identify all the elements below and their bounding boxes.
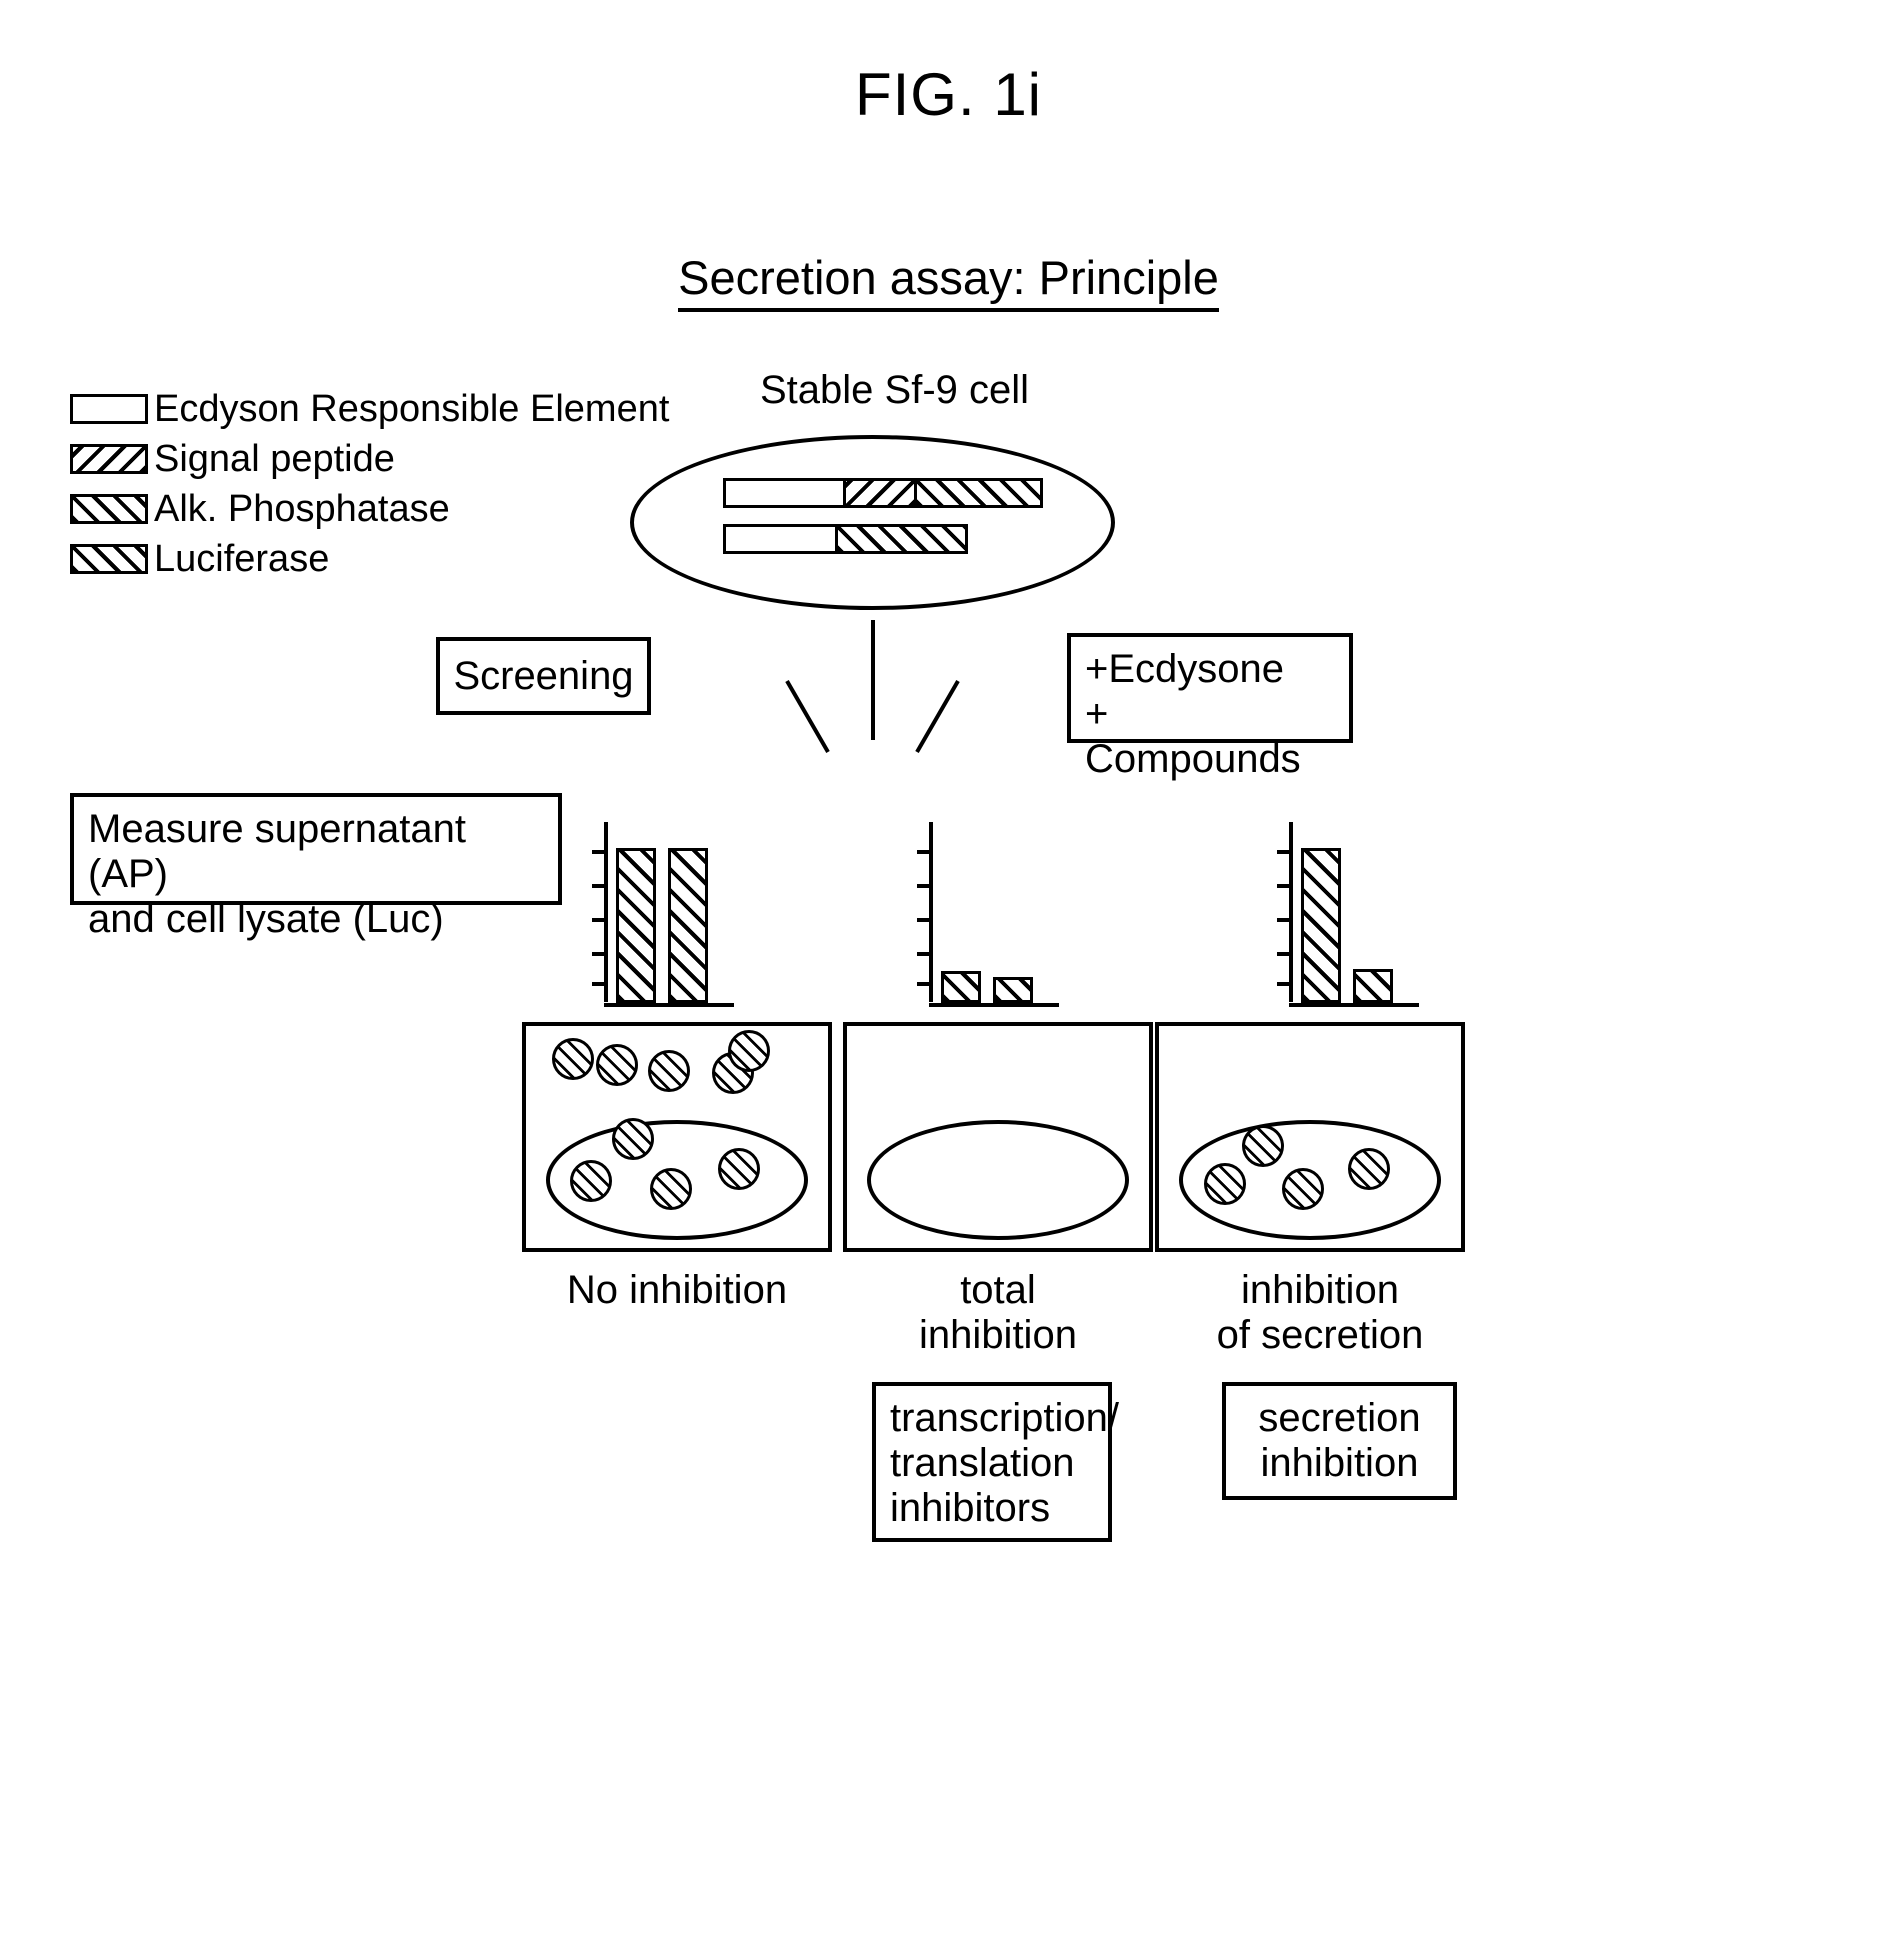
chart-y-tick — [917, 918, 931, 922]
intracellular-luc-dot — [1348, 1148, 1390, 1190]
intracellular-luc-dot — [1242, 1125, 1284, 1167]
intracellular-luc-dot — [718, 1148, 760, 1190]
note-box-secretion-inhibition: secretion inhibition — [1222, 1382, 1457, 1500]
screening-label: Screening — [453, 653, 634, 698]
chart-y-tick — [1277, 884, 1291, 888]
screening-box: Screening — [436, 637, 651, 715]
chart-y-tick — [917, 982, 931, 986]
chart-y-tick — [592, 884, 606, 888]
legend-item-label: Ecdyson Responsible Element — [154, 388, 670, 430]
secreted-ap-dot — [648, 1050, 690, 1092]
intracellular-luc-dot — [1204, 1163, 1246, 1205]
chart-y-tick — [917, 952, 931, 956]
chart-y-tick — [1277, 918, 1291, 922]
panel-caption-line2: of secretion — [1216, 1313, 1424, 1358]
intracellular-luc-dot — [570, 1160, 612, 1202]
cell-layer-ellipse — [867, 1120, 1129, 1240]
chart-bar-alk-phosphatase — [1353, 969, 1393, 1003]
figure-title: FIG. 1i — [854, 61, 1043, 128]
construct-ap-reporter — [723, 478, 1043, 508]
legend-item-alk-phosphatase: Alk. Phosphatase — [70, 485, 669, 533]
chart-y-tick — [1277, 850, 1291, 854]
cell-title: Stable Sf-9 cell — [760, 368, 1030, 412]
chart-bar-alk-phosphatase — [993, 977, 1033, 1003]
chart-x-axis — [604, 1003, 734, 1007]
panel-caption-line1: No inhibition — [566, 1268, 788, 1312]
note-line1: transcription/ — [890, 1396, 1119, 1440]
note-line3: inhibitors — [890, 1485, 1051, 1530]
chart-y-tick — [1277, 982, 1291, 986]
legend-item-label: Alk. Phosphatase — [154, 488, 450, 530]
flask-rim — [1155, 1022, 1465, 1026]
chart-y-tick — [1277, 952, 1291, 956]
chart-x-axis — [929, 1003, 1059, 1007]
legend-item-signal-peptide: Signal peptide — [70, 435, 669, 483]
note-line1: secretion — [1258, 1396, 1421, 1441]
measure-box: Measure supernatant (AP) and cell lysate… — [70, 793, 562, 941]
legend: Ecdyson Responsible Element Signal pepti… — [70, 385, 669, 585]
chart-x-axis — [1289, 1003, 1419, 1007]
intracellular-luc-dot — [650, 1168, 692, 1210]
measure-label-line1: Measure supernatant (AP) — [88, 807, 467, 896]
chart-no-inhibition — [580, 822, 780, 1007]
construct-segment-alk-phosphatase — [913, 481, 1040, 505]
panel-caption-line1: inhibition — [1241, 1268, 1399, 1312]
chart-y-tick — [592, 982, 606, 986]
construct-segment-ecdyson-responsible-element — [726, 481, 844, 505]
chart-y-tick — [917, 850, 931, 854]
legend-swatch-backslash-icon — [70, 444, 148, 474]
figure-subtitle-text: Secretion assay: Principle — [678, 251, 1219, 312]
chart-y-tick — [592, 850, 606, 854]
chart-total-inhibition — [905, 822, 1105, 1007]
panel-caption-line2: inhibition — [919, 1313, 1077, 1358]
construct-segment-ecdyson-responsible-element — [726, 527, 835, 551]
legend-swatch-forwardslash-icon — [70, 494, 148, 524]
legend-item-ecdyson-responsible-element: Ecdyson Responsible Element — [70, 385, 669, 433]
chart-y-tick — [592, 918, 606, 922]
note-line2: inhibition — [1260, 1441, 1419, 1485]
chart-bar-luciferase — [1301, 848, 1341, 1003]
panel-caption-total-inhibition: total inhibition — [843, 1268, 1153, 1358]
chart-inhibition-of-secretion — [1265, 822, 1465, 1007]
measure-label-line2: and cell lysate (Luc) — [88, 896, 444, 941]
chart-y-axis — [929, 822, 933, 1002]
secreted-ap-dot — [552, 1038, 594, 1080]
legend-item-label: Signal peptide — [154, 438, 395, 480]
construct-segment-luciferase — [834, 527, 965, 551]
intracellular-luc-dot — [612, 1118, 654, 1160]
secreted-ap-dot — [728, 1030, 770, 1072]
legend-swatch-crosshatch-icon — [70, 544, 148, 574]
chart-bar-luciferase — [616, 848, 656, 1003]
intracellular-luc-dot — [1282, 1168, 1324, 1210]
secreted-ap-dot — [596, 1044, 638, 1086]
chart-bar-alk-phosphatase — [668, 848, 708, 1003]
construct-segment-signal-peptide — [843, 481, 914, 505]
panel-caption-no-inhibition: No inhibition — [522, 1268, 832, 1313]
legend-item-luciferase: Luciferase — [70, 535, 669, 583]
note-line2: translation — [890, 1440, 1075, 1485]
figure-subtitle: Secretion assay: Principle — [0, 250, 1897, 312]
legend-item-label: Luciferase — [154, 538, 330, 580]
construct-luc-reporter — [723, 524, 968, 554]
panel-caption-line1: total — [960, 1268, 1036, 1312]
chart-y-tick — [917, 884, 931, 888]
chart-bar-luciferase — [941, 971, 981, 1003]
treatment-box: +Ecdysone + Compounds — [1067, 633, 1353, 781]
chart-y-tick — [592, 952, 606, 956]
treatment-label-line2: + Compounds — [1085, 691, 1301, 781]
panel-caption-inhibition-of-secretion: inhibition of secretion — [1155, 1268, 1485, 1358]
legend-swatch-empty-icon — [70, 394, 148, 424]
treatment-label-line1: +Ecdysone — [1085, 647, 1285, 691]
flask-rim — [522, 1022, 832, 1026]
note-box-transcription-translation-inhibitors: transcription/ translation inhibitors — [872, 1382, 1119, 1542]
stable-sf9-cell-ellipse — [630, 435, 1115, 610]
chart-y-axis — [604, 822, 608, 1002]
flask-rim — [843, 1022, 1153, 1026]
chart-y-axis — [1289, 822, 1293, 1002]
